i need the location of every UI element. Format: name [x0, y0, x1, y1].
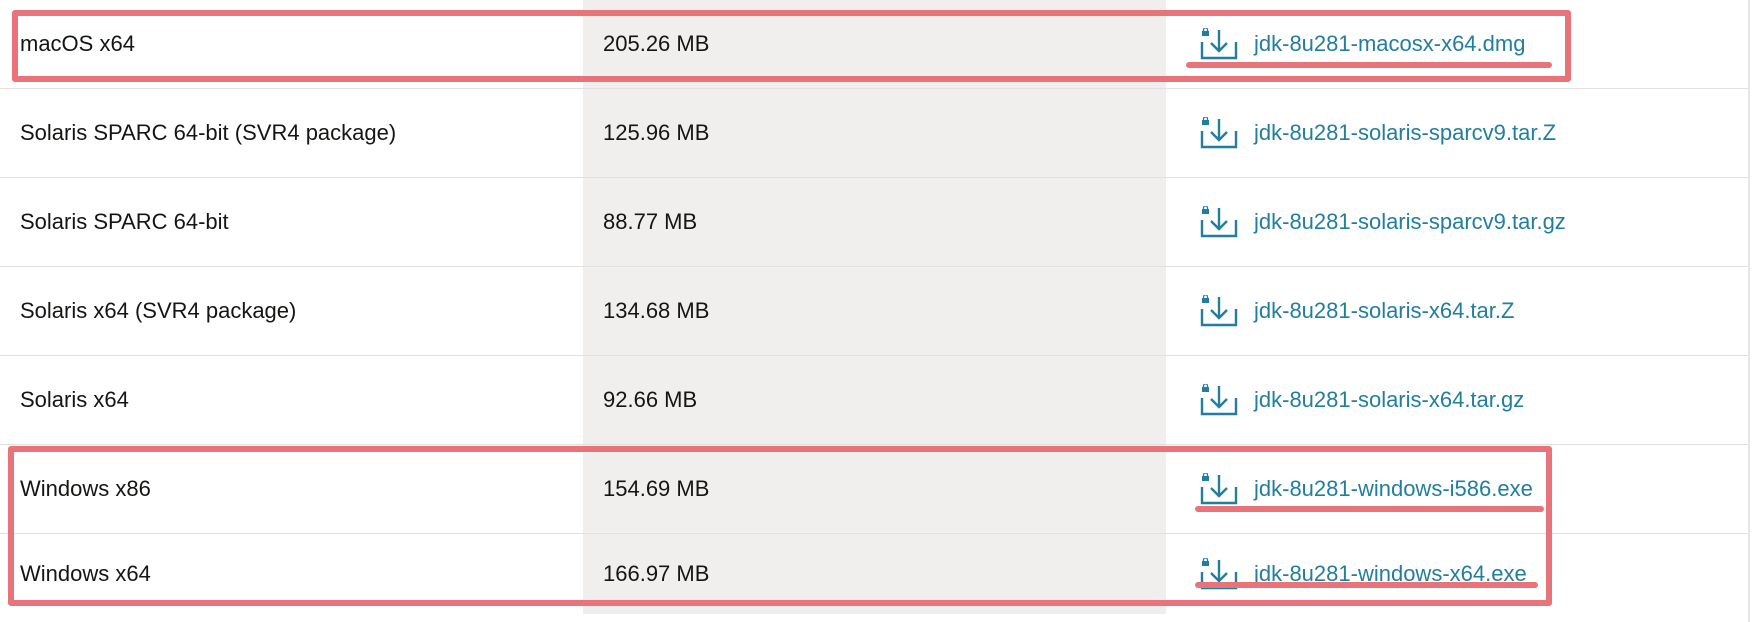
- download-lock-icon[interactable]: [1200, 473, 1238, 505]
- download-lock-icon[interactable]: [1200, 384, 1238, 416]
- download-cell: jdk-8u281-solaris-sparcv9.tar.gz: [1166, 178, 1750, 266]
- download-cell: jdk-8u281-windows-i586.exe: [1166, 445, 1750, 533]
- product-name: Windows x64: [20, 561, 151, 586]
- table-right-border: [1748, 0, 1750, 622]
- download-cell: jdk-8u281-solaris-x64.tar.gz: [1166, 356, 1750, 444]
- download-link-macos-x64[interactable]: jdk-8u281-macosx-x64.dmg: [1254, 31, 1525, 57]
- download-cell: jdk-8u281-windows-x64.exe: [1166, 534, 1750, 614]
- download-link-windows-x64[interactable]: jdk-8u281-windows-x64.exe: [1254, 561, 1527, 587]
- product-name: Solaris SPARC 64-bit (SVR4 package): [20, 120, 397, 145]
- table-row: Solaris x64 (SVR4 package) 134.68 MB jdk…: [0, 267, 1750, 356]
- file-size: 125.96 MB: [583, 89, 1166, 177]
- product-name: Windows x86: [20, 476, 151, 501]
- file-size: 205.26 MB: [583, 0, 1166, 88]
- download-link-windows-x86[interactable]: jdk-8u281-windows-i586.exe: [1254, 476, 1533, 502]
- table-row: Solaris x64 92.66 MB jdk-8u281-solaris-x…: [0, 356, 1750, 445]
- table-row: Solaris SPARC 64-bit 88.77 MB jdk-8u281-…: [0, 178, 1750, 267]
- product-name: Solaris x64 (SVR4 package): [20, 298, 297, 323]
- product-name: Solaris SPARC 64-bit: [20, 209, 229, 234]
- table-row: Windows x64 166.97 MB jdk-8u281-windows-…: [0, 534, 1750, 614]
- file-size: 134.68 MB: [583, 267, 1166, 355]
- table-row: Windows x86 154.69 MB jdk-8u281-windows-…: [0, 445, 1750, 534]
- download-cell: jdk-8u281-solaris-x64.tar.Z: [1166, 267, 1750, 355]
- download-lock-icon[interactable]: [1200, 558, 1238, 590]
- table-row: macOS x64 205.26 MB jdk-8u281-macosx-x64…: [0, 0, 1750, 89]
- file-size: 92.66 MB: [583, 356, 1166, 444]
- download-link-solaris-x64-svr4[interactable]: jdk-8u281-solaris-x64.tar.Z: [1254, 298, 1514, 324]
- file-size: 88.77 MB: [583, 178, 1166, 266]
- download-cell: jdk-8u281-solaris-sparcv9.tar.Z: [1166, 89, 1750, 177]
- download-lock-icon[interactable]: [1200, 28, 1238, 60]
- file-size: 166.97 MB: [583, 534, 1166, 614]
- download-cell: jdk-8u281-macosx-x64.dmg: [1166, 0, 1750, 88]
- download-link-solaris-sparc[interactable]: jdk-8u281-solaris-sparcv9.tar.gz: [1254, 209, 1566, 235]
- download-lock-icon[interactable]: [1200, 295, 1238, 327]
- product-name: Solaris x64: [20, 387, 129, 412]
- download-link-solaris-x64[interactable]: jdk-8u281-solaris-x64.tar.gz: [1254, 387, 1524, 413]
- download-lock-icon[interactable]: [1200, 206, 1238, 238]
- downloads-table: macOS x64 205.26 MB jdk-8u281-macosx-x64…: [0, 0, 1750, 614]
- download-lock-icon[interactable]: [1200, 117, 1238, 149]
- file-size: 154.69 MB: [583, 445, 1166, 533]
- download-link-solaris-sparc-svr4[interactable]: jdk-8u281-solaris-sparcv9.tar.Z: [1254, 120, 1556, 146]
- table-row: Solaris SPARC 64-bit (SVR4 package) 125.…: [0, 89, 1750, 178]
- product-name: macOS x64: [20, 31, 135, 56]
